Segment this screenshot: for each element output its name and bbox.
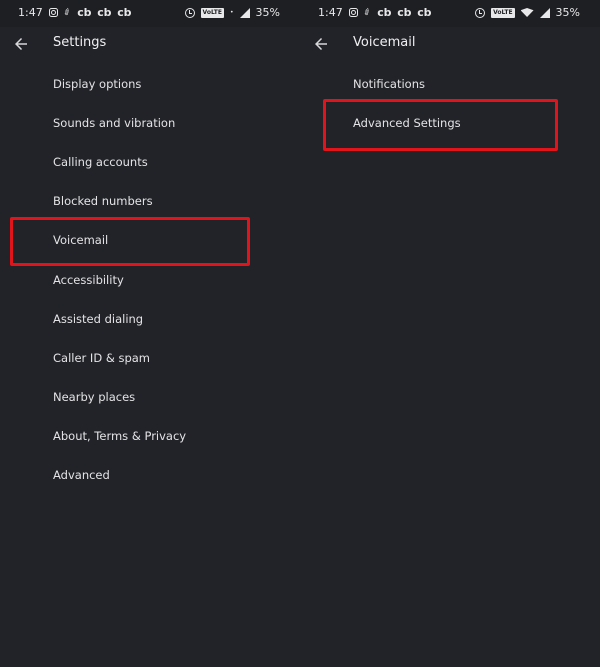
notification-cb: cb — [377, 6, 392, 19]
page-title: Settings — [53, 35, 107, 50]
instagram-icon — [48, 8, 58, 17]
volte-badge: VoLTE — [491, 7, 515, 18]
settings-item-nearby-places[interactable]: Nearby places — [0, 378, 300, 417]
settings-item-calling-accounts[interactable]: Calling accounts — [0, 142, 300, 181]
signal-icon — [239, 7, 250, 18]
arrow-left-icon[interactable] — [312, 35, 330, 53]
settings-item-display-options[interactable]: Display options — [0, 64, 300, 103]
alarm-icon — [475, 7, 486, 18]
arrow-left-icon[interactable] — [12, 35, 30, 53]
voicemail-item-advanced-settings[interactable]: Advanced Settings — [300, 103, 600, 142]
data-indicator-icon: • — [230, 8, 234, 16]
settings-screen: 1:47 ✐ cb cb cb VoLTE • 35% Settings Dis… — [0, 0, 300, 667]
status-bar: 1:47 ✐ cb cb cb VoLTE 35% — [300, 0, 600, 27]
voicemail-item-notifications[interactable]: Notifications — [300, 64, 600, 103]
notification-cb: cb — [97, 6, 112, 19]
wifi-icon — [520, 8, 534, 17]
notification-cb: cb — [397, 6, 412, 19]
settings-item-about-terms-privacy[interactable]: About, Terms & Privacy — [0, 417, 300, 456]
status-time: 1:47 — [318, 6, 343, 19]
notification-cb: cb — [117, 6, 132, 19]
voicemail-list: Notifications Advanced Settings — [300, 64, 600, 142]
settings-item-assisted-dialing[interactable]: Assisted dialing — [0, 299, 300, 338]
settings-item-caller-id-spam[interactable]: Caller ID & spam — [0, 338, 300, 377]
settings-item-sounds-and-vibration[interactable]: Sounds and vibration — [0, 103, 300, 142]
notification-cb: cb — [77, 6, 92, 19]
tag-icon: ✐ — [61, 6, 74, 19]
alarm-icon — [184, 7, 195, 18]
settings-list: Display options Sounds and vibration Cal… — [0, 64, 300, 495]
page-title: Voicemail — [353, 35, 416, 50]
toolbar: Settings — [0, 27, 300, 61]
settings-item-advanced[interactable]: Advanced — [0, 456, 300, 495]
tag-icon: ✐ — [361, 6, 374, 19]
status-bar: 1:47 ✐ cb cb cb VoLTE • 35% — [0, 0, 300, 27]
toolbar: Voicemail — [300, 27, 600, 61]
voicemail-screen: 1:47 ✐ cb cb cb VoLTE 35% Voicemail Noti… — [300, 0, 600, 667]
status-time: 1:47 — [18, 6, 43, 19]
volte-badge: VoLTE — [200, 7, 224, 18]
settings-item-voicemail[interactable]: Voicemail — [0, 221, 300, 260]
signal-icon — [539, 7, 550, 18]
settings-item-accessibility[interactable]: Accessibility — [0, 260, 300, 299]
settings-item-blocked-numbers[interactable]: Blocked numbers — [0, 182, 300, 221]
battery-level: 35% — [555, 6, 580, 19]
notification-cb: cb — [417, 6, 432, 19]
instagram-icon — [348, 8, 358, 17]
battery-level: 35% — [255, 6, 280, 19]
